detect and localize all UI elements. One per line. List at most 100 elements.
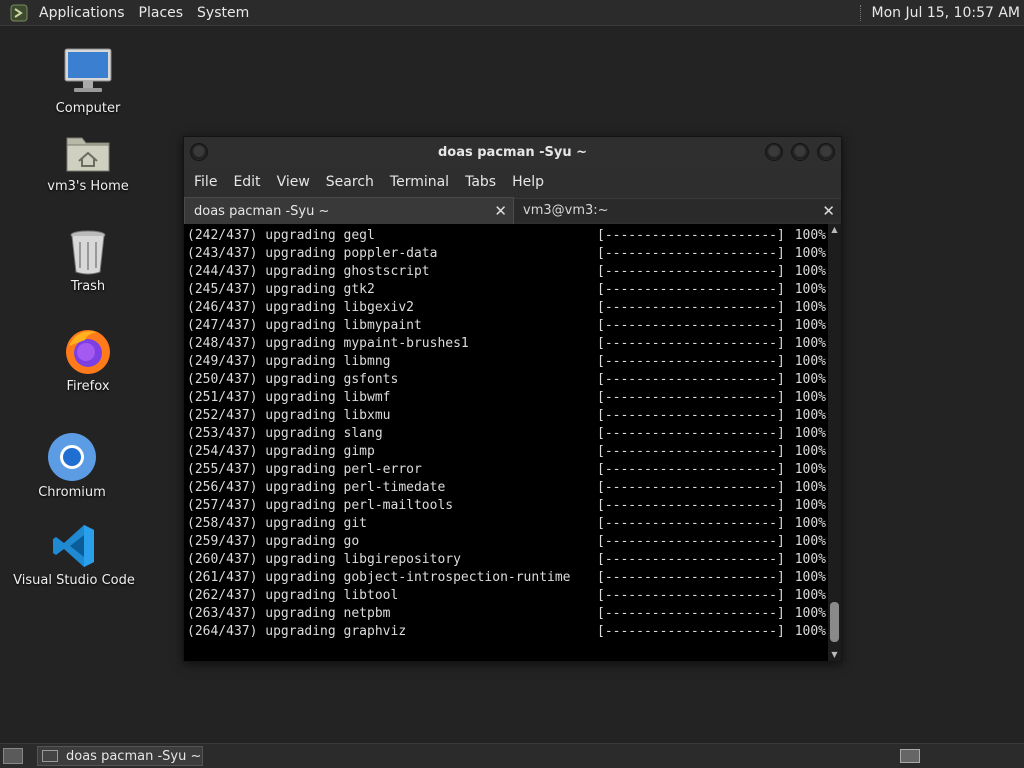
menu-file[interactable]: File — [187, 174, 226, 190]
window-title: doas pacman -Syu ~ — [437, 145, 588, 160]
desktop-icon-firefox[interactable]: Firefox — [28, 322, 148, 394]
tab-label: doas pacman -Syu ~ — [194, 203, 330, 219]
terminal-progress-bar: [----------------------] — [597, 588, 785, 603]
tab-doas-pacman[interactable]: doas pacman -Syu ~ ✕ — [184, 197, 514, 224]
terminal-line: (249/437) upgrading libmng [-------------… — [187, 353, 827, 371]
desktop-icon-label: vm3's Home — [47, 179, 129, 194]
terminal-line-text: (249/437) upgrading libmng — [187, 354, 391, 369]
vscode-icon — [53, 525, 94, 567]
desktop-icon-trash[interactable]: Trash — [28, 222, 148, 294]
tab-close-icon[interactable]: ✕ — [822, 202, 835, 220]
close-window-button[interactable] — [817, 143, 835, 161]
terminal-line: (250/437) upgrading gsfonts [------------… — [187, 371, 827, 389]
terminal-line: (248/437) upgrading mypaint-brushes1 [---… — [187, 335, 827, 353]
minimize-button[interactable] — [765, 143, 783, 161]
terminal-line: (261/437) upgrading gobject-introspectio… — [187, 569, 827, 587]
terminal-progress-percent: 100% — [794, 228, 826, 243]
terminal-progress-percent: 100% — [794, 480, 826, 495]
terminal-progress-bar: [----------------------] — [597, 264, 785, 279]
terminal-progress-percent: 100% — [794, 408, 826, 423]
terminal-line-text: (258/437) upgrading git — [187, 516, 368, 531]
menu-tabs[interactable]: Tabs — [458, 174, 505, 190]
desktop-icon-label: Visual Studio Code — [13, 573, 135, 588]
terminal-line: (264/437) upgrading graphviz [-----------… — [187, 623, 827, 641]
desktop-icon-label: Trash — [70, 279, 106, 294]
terminal-line-text: (264/437) upgrading graphviz — [187, 624, 407, 639]
terminal-progress-bar: [----------------------] — [597, 228, 785, 243]
terminal-line: (242/437) upgrading gegl [---------------… — [187, 227, 827, 245]
terminal-line: (259/437) upgrading go [-----------------… — [187, 533, 827, 551]
terminal-line: (263/437) upgrading netpbm [-------------… — [187, 605, 827, 623]
window-menu-button[interactable] — [190, 143, 208, 161]
menu-terminal[interactable]: Terminal — [383, 174, 458, 190]
terminal-line: (247/437) upgrading libmypaint [---------… — [187, 317, 827, 335]
show-desktop-icon[interactable] — [3, 748, 23, 764]
menu-view[interactable]: View — [270, 174, 319, 190]
desktop-icon-label: Chromium — [38, 485, 106, 500]
scroll-up-icon[interactable]: ▲ — [828, 224, 841, 236]
tab-vm3-home[interactable]: vm3@vm3:~ ✕ — [514, 198, 841, 222]
terminal-line-text: (254/437) upgrading gimp — [187, 444, 375, 459]
terminal-progress-percent: 100% — [794, 354, 826, 369]
terminal-progress-percent: 100% — [794, 552, 826, 567]
terminal-progress-bar: [----------------------] — [597, 408, 785, 423]
tab-close-icon[interactable]: ✕ — [494, 202, 507, 220]
terminal-progress-bar: [----------------------] — [597, 426, 785, 441]
terminal-progress-bar: [----------------------] — [597, 444, 785, 459]
terminal-line-text: (247/437) upgrading libmypaint — [187, 318, 422, 333]
terminal-progress-bar: [----------------------] — [597, 246, 785, 261]
terminal-progress-bar: [----------------------] — [597, 390, 785, 405]
terminal-progress-percent: 100% — [794, 606, 826, 621]
tab-label: vm3@vm3:~ — [523, 203, 609, 218]
desktop-icon-label: Firefox — [66, 379, 110, 394]
desktop-icon-vscode[interactable]: Visual Studio Code — [13, 516, 135, 588]
terminal-output[interactable]: (242/437) upgrading gegl [---------------… — [184, 224, 841, 661]
terminal-line-text: (243/437) upgrading poppler-data — [187, 246, 438, 261]
menu-help[interactable]: Help — [505, 174, 553, 190]
menu-edit[interactable]: Edit — [226, 174, 269, 190]
desktop-icon-home[interactable]: vm3's Home — [28, 122, 148, 194]
chromium-icon — [48, 433, 96, 481]
terminal-progress-percent: 100% — [794, 498, 826, 513]
terminal-line: (243/437) upgrading poppler-data [-------… — [187, 245, 827, 263]
terminal-progress-bar: [----------------------] — [597, 282, 785, 297]
places-menu[interactable]: Places — [133, 5, 192, 21]
terminal-progress-percent: 100% — [794, 264, 826, 279]
terminal-progress-percent: 100% — [794, 300, 826, 315]
terminal-line: (253/437) upgrading slang [--------------… — [187, 425, 827, 443]
desktop-icon-computer[interactable]: Computer — [28, 44, 148, 116]
terminal-line: (262/437) upgrading libtool [------------… — [187, 587, 827, 605]
terminal-progress-percent: 100% — [794, 318, 826, 333]
terminal-progress-percent: 100% — [794, 588, 826, 603]
terminal-window[interactable]: doas pacman -Syu ~ File Edit View Search… — [183, 136, 842, 662]
terminal-line-text: (259/437) upgrading go — [187, 534, 360, 549]
terminal-progress-bar: [----------------------] — [597, 624, 785, 639]
system-menu[interactable]: System — [191, 5, 257, 21]
window-titlebar[interactable]: doas pacman -Syu ~ — [184, 137, 841, 168]
distro-logo-icon[interactable] — [10, 4, 28, 22]
computer-icon — [64, 48, 112, 92]
firefox-icon — [66, 330, 110, 374]
taskbar-button-terminal[interactable]: doas pacman -Syu ~ — [37, 746, 203, 766]
top-panel: Applications Places System Mon Jul 15, 1… — [0, 0, 1024, 26]
scrollbar-thumb[interactable] — [830, 602, 839, 642]
terminal-progress-bar: [----------------------] — [597, 552, 785, 567]
maximize-button[interactable] — [791, 143, 809, 161]
scroll-down-icon[interactable]: ▼ — [828, 649, 841, 661]
menu-search[interactable]: Search — [319, 174, 383, 190]
terminal-progress-bar: [----------------------] — [597, 300, 785, 315]
terminal-line: (244/437) upgrading ghostscript [--------… — [187, 263, 827, 281]
applications-menu[interactable]: Applications — [33, 5, 133, 21]
menubar: File Edit View Search Terminal Tabs Help — [184, 168, 841, 196]
desktop-icon-chromium[interactable]: Chromium — [12, 428, 132, 500]
terminal-line-text: (245/437) upgrading gtk2 — [187, 282, 375, 297]
terminal-progress-percent: 100% — [794, 516, 826, 531]
terminal-scrollbar[interactable]: ▲ ▼ — [828, 224, 841, 661]
terminal-line-text: (255/437) upgrading perl-error — [187, 462, 422, 477]
terminal-progress-percent: 100% — [794, 246, 826, 261]
terminal-progress-percent: 100% — [794, 390, 826, 405]
workspace-switcher[interactable] — [900, 749, 920, 763]
terminal-progress-percent: 100% — [794, 462, 826, 477]
terminal-progress-percent: 100% — [794, 534, 826, 549]
clock[interactable]: Mon Jul 15, 10:57 AM — [872, 5, 1020, 21]
